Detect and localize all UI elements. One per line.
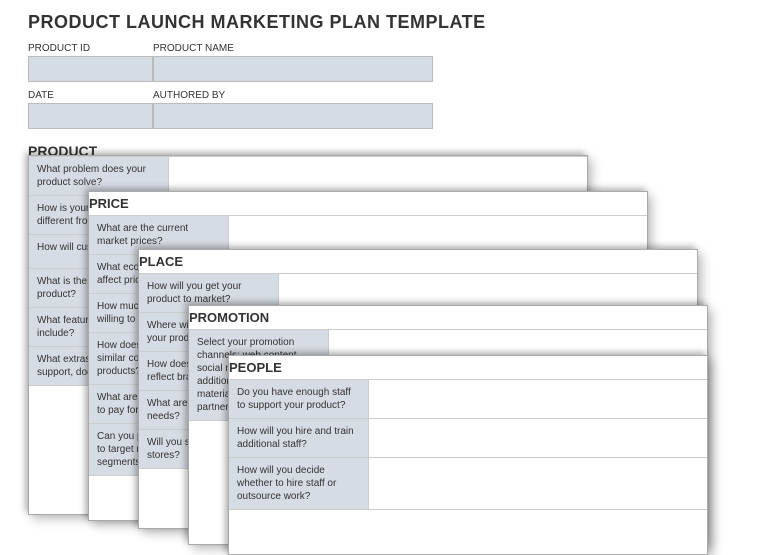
input-product-name[interactable] bbox=[153, 56, 433, 82]
label-product-name: PRODUCT NAME bbox=[153, 43, 433, 56]
input-product-id[interactable] bbox=[28, 56, 153, 82]
price-header: PRICE bbox=[89, 192, 647, 215]
input-date[interactable] bbox=[28, 103, 153, 129]
card-people: PEOPLE Do you have enough staff to suppo… bbox=[228, 355, 708, 555]
a-people-0[interactable] bbox=[369, 380, 707, 418]
q-people-1: How will you hire and train additional s… bbox=[229, 419, 369, 457]
meta-row-1: PRODUCT ID PRODUCT NAME bbox=[28, 43, 742, 82]
promotion-header: PROMOTION bbox=[189, 306, 707, 329]
card-stack: What problem does your product solve? Ho… bbox=[28, 155, 728, 515]
meta-row-2: DATE AUTHORED BY bbox=[28, 90, 742, 129]
input-authored-by[interactable] bbox=[153, 103, 433, 129]
meta-grid: PRODUCT ID PRODUCT NAME DATE AUTHORED BY bbox=[28, 43, 742, 129]
q-people-0: Do you have enough staff to support your… bbox=[229, 380, 369, 418]
label-product-id: PRODUCT ID bbox=[28, 43, 153, 56]
page-title: PRODUCT LAUNCH MARKETING PLAN TEMPLATE bbox=[28, 12, 742, 33]
label-date: DATE bbox=[28, 90, 153, 103]
a-product-0[interactable] bbox=[169, 157, 587, 195]
a-people-2[interactable] bbox=[369, 458, 707, 509]
a-people-1[interactable] bbox=[369, 419, 707, 457]
people-header: PEOPLE bbox=[229, 356, 707, 379]
q-people-2: How will you decide whether to hire staf… bbox=[229, 458, 369, 509]
label-authored-by: AUTHORED BY bbox=[153, 90, 433, 103]
q-product-0: What problem does your product solve? bbox=[29, 157, 169, 195]
place-header: PLACE bbox=[139, 250, 697, 273]
